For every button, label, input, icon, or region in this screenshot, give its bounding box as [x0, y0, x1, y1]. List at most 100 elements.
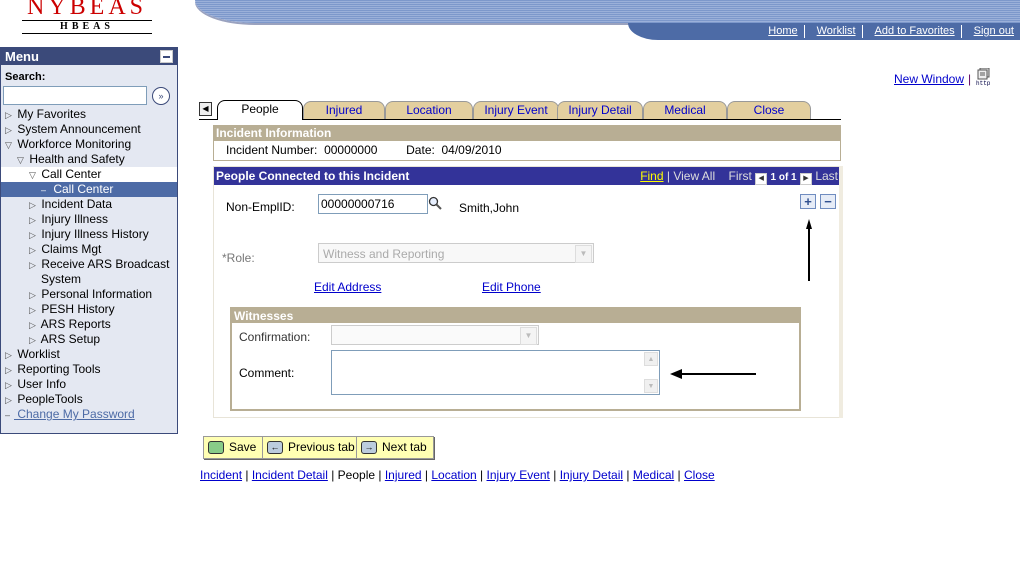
save-disk-icon — [208, 441, 224, 454]
collapse-icon: ▽ — [5, 140, 12, 150]
sidebar-item[interactable]: ▷ Injury Illness History — [1, 227, 177, 242]
expand-icon: ▷ — [29, 245, 36, 255]
expand-icon: ▷ — [29, 305, 36, 315]
footer-link-injured[interactable]: Injured — [385, 468, 422, 482]
sidebar-item[interactable]: ▷ ARS Setup — [1, 332, 177, 347]
tab-close[interactable]: Close — [727, 101, 811, 119]
sidebar-item[interactable]: System — [1, 272, 177, 287]
sidebar-item[interactable]: ▷ Reporting Tools — [1, 362, 177, 377]
footer-link-incident[interactable]: Incident — [200, 468, 242, 482]
tab-bar: ◀ People Injured Location Injury Event I… — [199, 100, 841, 120]
sidebar-item-label: Call Center — [50, 182, 114, 196]
sidebar-item[interactable]: ▷ Injury Illness — [1, 212, 177, 227]
tab-injury-detail[interactable]: Injury Detail — [557, 101, 643, 119]
scroll-down-icon[interactable]: ▼ — [644, 379, 658, 393]
find-link[interactable]: Find — [640, 169, 663, 183]
tab-injured[interactable]: Injured — [303, 101, 385, 119]
collapse-menu-icon[interactable] — [160, 50, 173, 63]
comment-scrollbar[interactable]: ▲ ▼ — [644, 352, 658, 393]
scroll-up-icon[interactable]: ▲ — [644, 352, 658, 366]
nav-home[interactable]: Home — [756, 25, 803, 38]
sidebar-item[interactable]: ▷ Receive ARS Broadcast — [1, 257, 177, 272]
annotation-arrow-left-icon — [670, 368, 758, 379]
incident-number-label: Incident Number: — [226, 143, 318, 157]
arrow-right-icon: → — [361, 441, 377, 454]
view-all-link[interactable]: View All — [673, 169, 715, 183]
footer-link-people: People — [337, 468, 376, 482]
sidebar-item[interactable]: ▷ Personal Information — [1, 287, 177, 302]
menu-title: Menu — [5, 49, 39, 64]
sidebar-item[interactable]: – Call Center — [1, 182, 177, 197]
sidebar-item[interactable]: ▷ Incident Data — [1, 197, 177, 212]
nav-worklist[interactable]: Worklist — [803, 25, 862, 38]
nav-add-to-favorites[interactable]: Add to Favorites — [861, 25, 961, 38]
sidebar-item[interactable]: ▷ My Favorites — [1, 107, 177, 122]
separator: | — [327, 468, 338, 482]
footer-link-incident-detail[interactable]: Incident Detail — [252, 468, 328, 482]
previous-tab-button[interactable]: ← Previous tab — [262, 436, 362, 459]
chevron-down-icon[interactable]: ▼ — [520, 327, 537, 345]
next-row-icon[interactable]: ▶ — [799, 173, 812, 185]
confirmation-select[interactable]: ▼ — [331, 325, 539, 345]
witnesses-title: Witnesses — [232, 309, 799, 323]
comment-textarea[interactable]: ▲ ▼ — [331, 350, 660, 395]
sidebar-item-label: Health and Safety — [26, 152, 125, 166]
role-selected-value: Witness and Reporting — [323, 247, 445, 261]
separator: | — [549, 468, 560, 482]
sidebar-item[interactable]: ▽ Health and Safety — [1, 152, 177, 167]
edit-address-link[interactable]: Edit Address — [314, 280, 381, 294]
role-label: *Role: — [222, 251, 255, 265]
chevron-down-icon[interactable]: ▼ — [575, 245, 592, 263]
menu-search-input[interactable] — [3, 86, 147, 105]
tab-location[interactable]: Location — [385, 101, 473, 119]
first-label: First — [728, 169, 752, 183]
sidebar-item[interactable]: ▽ Call Center — [1, 167, 177, 182]
tab-injury-event[interactable]: Injury Event — [473, 101, 559, 119]
comment-label: Comment: — [239, 366, 295, 380]
footer-link-medical[interactable]: Medical — [633, 468, 674, 482]
sidebar-menu: Menu Search: » ▷ My Favorites ▷ System An… — [0, 47, 178, 434]
sidebar-item[interactable]: ▷ ARS Reports — [1, 317, 177, 332]
sidebar-item-label: Reporting Tools — [14, 362, 101, 376]
sidebar-item[interactable]: ▷ Claims Mgt — [1, 242, 177, 257]
save-button[interactable]: Save — [203, 436, 264, 459]
sidebar-item[interactable]: ▷ User Info — [1, 377, 177, 392]
search-label: Search: — [5, 71, 46, 83]
tab-scroll-left-icon[interactable]: ◀ — [199, 102, 212, 116]
tab-people[interactable]: People — [217, 100, 303, 120]
add-row-button[interactable]: + — [800, 194, 816, 209]
search-go-icon[interactable]: » — [152, 86, 170, 105]
http-help-icon[interactable]: http — [975, 67, 993, 87]
sidebar-item[interactable]: ▷ Worklist — [1, 347, 177, 362]
sidebar-item[interactable]: ▷ PESH History — [1, 302, 177, 317]
sidebar-item[interactable]: – Change My Password — [1, 407, 177, 422]
footer-link-close[interactable]: Close — [684, 468, 715, 482]
footer-link-location[interactable]: Location — [431, 468, 476, 482]
date-label: Date: — [406, 143, 435, 157]
expand-icon: ▷ — [29, 290, 36, 300]
non-emplid-input[interactable]: 00000000716 — [318, 194, 428, 214]
footer-link-injury-event[interactable]: Injury Event — [487, 468, 550, 482]
expand-icon: ▷ — [29, 260, 36, 270]
sidebar-item-label: Workforce Monitoring — [14, 137, 132, 151]
new-window-link[interactable]: New Window — [894, 72, 964, 86]
tab-medical[interactable]: Medical — [643, 101, 727, 119]
expand-icon: ▷ — [5, 395, 12, 405]
sidebar-item-label: Worklist — [14, 347, 60, 361]
nav-sign-out[interactable]: Sign out — [960, 25, 1020, 38]
next-tab-button[interactable]: → Next tab — [356, 436, 434, 459]
sidebar-item[interactable]: ▽ Workforce Monitoring — [1, 137, 177, 152]
incident-number-value: 00000000 — [324, 143, 378, 157]
edit-phone-link[interactable]: Edit Phone — [482, 280, 541, 294]
separator: | — [623, 468, 633, 482]
role-select[interactable]: Witness and Reporting ▼ — [318, 243, 594, 263]
incident-info-title: Incident Information — [214, 126, 840, 141]
delete-row-button[interactable]: − — [820, 194, 836, 209]
sidebar-item[interactable]: ▷ PeopleTools — [1, 392, 177, 407]
sidebar-item[interactable]: ▷ System Announcement — [1, 122, 177, 137]
footer-link-injury-detail[interactable]: Injury Detail — [560, 468, 623, 482]
lookup-search-icon[interactable] — [428, 196, 442, 210]
previous-row-icon[interactable]: ◀ — [755, 173, 768, 185]
separator: | — [242, 468, 252, 482]
date-value: 04/09/2010 — [441, 143, 502, 157]
